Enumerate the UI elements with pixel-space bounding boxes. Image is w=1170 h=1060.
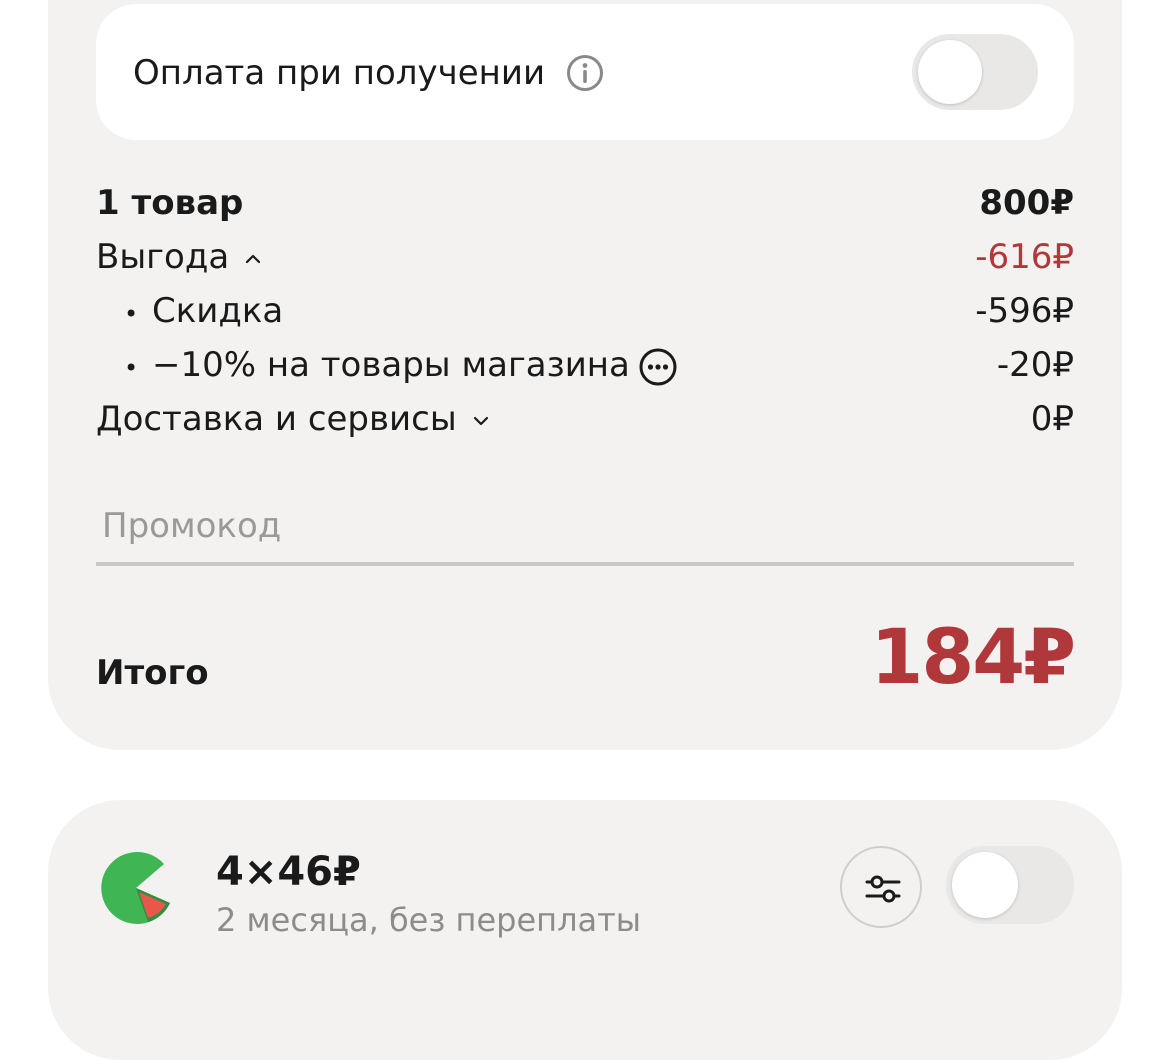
chevron-up-icon [246,254,261,263]
delivery-label-wrap[interactable]: Доставка и сервисы [96,392,491,446]
bullet: • [124,300,139,328]
cash-on-delivery-label: Оплата при получении [133,53,546,93]
delivery-value: 0₽ [1030,399,1074,439]
split-logo-icon [96,848,176,928]
sliders-icon [865,875,901,903]
discount-label: Скидка [152,291,284,331]
split-toggle[interactable] [946,846,1074,924]
delivery-label: Доставка и сервисы [96,399,457,439]
more-icon[interactable] [638,347,678,387]
benefit-label-wrap[interactable]: Выгода [96,230,263,284]
split-subtitle: 2 месяца, без переплаты [216,901,642,939]
delivery-row[interactable]: Доставка и сервисы 0₽ [96,392,1074,446]
cash-on-delivery-toggle[interactable] [912,34,1038,110]
discount-value: -596₽ [975,291,1074,331]
info-icon[interactable] [566,54,604,92]
discount-row: • Скидка -596₽ [96,284,1074,338]
shop-discount-row: • −10% на товары магазина -20₽ [96,338,1074,392]
toggle-knob [952,852,1018,918]
items-row: 1 товар 800₽ [96,176,1074,230]
total-label: Итого [96,653,209,693]
bullet: • [124,354,139,382]
benefit-label: Выгода [96,237,230,277]
shop-discount-value: -20₽ [996,345,1074,385]
benefit-value: -616₽ [975,237,1074,277]
items-count-label: 1 товар [96,183,244,223]
chevron-down-icon [473,416,488,425]
items-price-value: 800₽ [979,183,1074,223]
shop-discount-label: −10% на товары магазина [152,345,630,385]
promo-code-input[interactable] [96,490,1074,566]
split-settings-button[interactable] [840,846,922,928]
total-value: 184₽ [870,612,1076,701]
split-amount: 4×46₽ [216,849,361,895]
benefit-row[interactable]: Выгода -616₽ [96,230,1074,284]
toggle-knob [918,40,982,104]
